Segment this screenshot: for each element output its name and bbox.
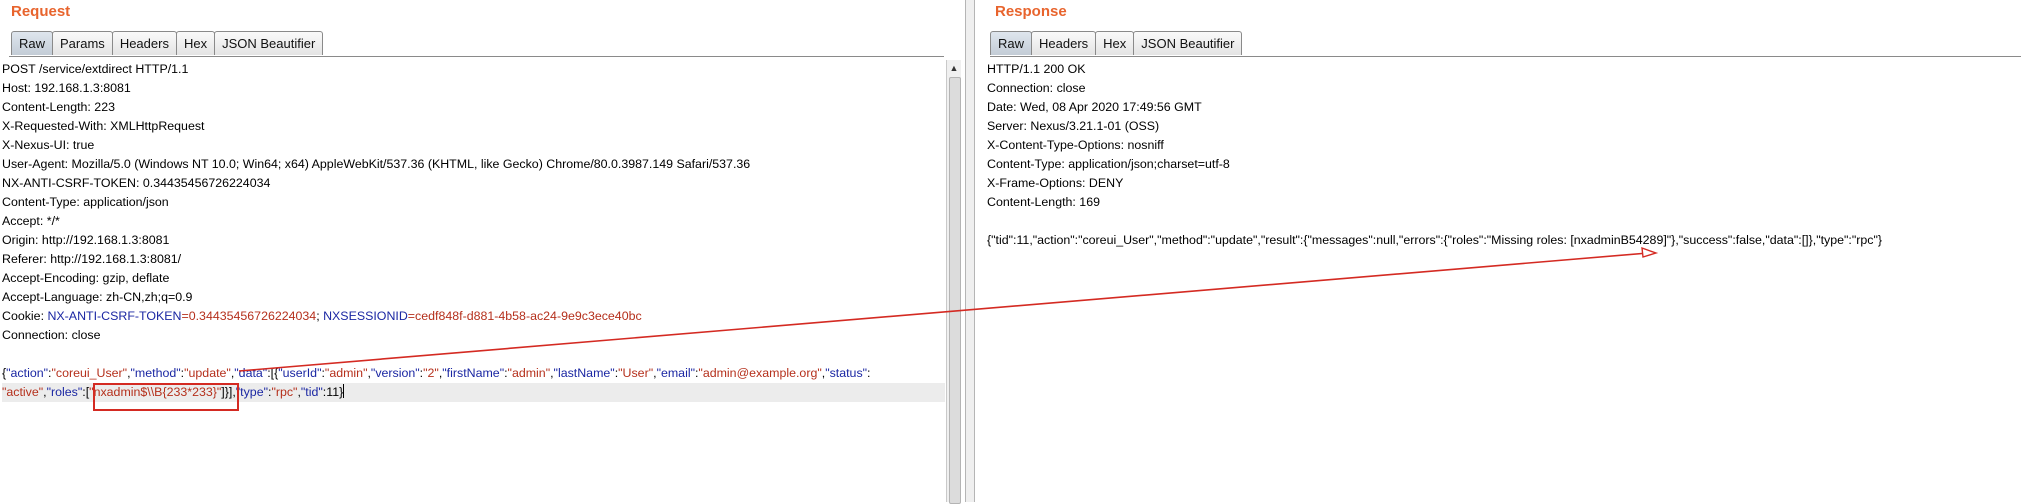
json-key: "action" <box>6 366 49 380</box>
json-key: "version" <box>370 366 420 380</box>
request-header-line: X-Requested-With: XMLHttpRequest <box>2 119 205 133</box>
cookie-key-session: NXSESSIONID <box>323 309 408 323</box>
scrollbar-thumb[interactable] <box>949 77 961 504</box>
request-header-line: Accept-Encoding: gzip, deflate <box>2 271 170 285</box>
json-value: "2" <box>423 366 439 380</box>
cookie-key-csrf: NX-ANTI-CSRF-TOKEN <box>47 309 182 323</box>
request-title: Request <box>11 3 71 20</box>
tab-raw[interactable]: Raw <box>990 31 1033 55</box>
request-header-line: X-Nexus-UI: true <box>2 138 95 152</box>
request-scrollbar[interactable]: ▲ <box>946 60 961 504</box>
json-punctuation: :11} <box>322 385 344 399</box>
response-raw-editor[interactable]: HTTP/1.1 200 OK Connection: close Date: We… <box>987 60 2017 502</box>
request-header-line: Content-Type: application/json <box>2 195 169 209</box>
json-key: "tid" <box>300 385 323 399</box>
json-key: "method" <box>130 366 181 380</box>
json-key: "firstName" <box>442 366 505 380</box>
response-header-line: Date: Wed, 08 Apr 2020 17:49:56 GMT <box>987 100 1202 114</box>
json-key: "data" <box>234 366 268 380</box>
tab-raw[interactable]: Raw <box>11 31 54 55</box>
json-key: "email" <box>656 366 695 380</box>
json-value: "rpc" <box>271 385 298 399</box>
request-header-line: NX-ANTI-CSRF-TOKEN: 0.34435456726224034 <box>2 176 271 190</box>
json-value: "update" <box>184 366 231 380</box>
response-header-line: X-Frame-Options: DENY <box>987 176 1124 190</box>
json-value: "admin" <box>507 366 551 380</box>
json-value: "coreui_User" <box>51 366 128 380</box>
json-value: "User" <box>618 366 654 380</box>
response-body-line: {"tid":11,"action":"coreui_User","method… <box>987 233 1883 247</box>
json-value: "active" <box>2 385 44 399</box>
request-pane: Request Raw Params Headers Hex JSON Beautifi… <box>0 0 965 504</box>
json-key: "userId" <box>278 366 322 380</box>
response-pane: Response Raw Headers Hex JSON Beautifier HT… <box>975 0 2021 502</box>
json-punctuation: : <box>867 366 871 380</box>
request-header-line: Origin: http://192.168.1.3:8081 <box>2 233 170 247</box>
tab-json-beautifier[interactable]: JSON Beautifier <box>214 31 324 55</box>
request-header-line: Content-Length: 223 <box>2 100 115 114</box>
response-tab-underline <box>990 56 2021 57</box>
response-header-line: Content-Type: application/json;charset=u… <box>987 157 1230 171</box>
tab-headers[interactable]: Headers <box>111 31 177 55</box>
response-header-line: Connection: close <box>987 81 1086 95</box>
request-header-line: Connection: close <box>2 328 101 342</box>
json-punctuation: ]}], <box>221 385 236 399</box>
request-raw-editor[interactable]: POST /service/extdirect HTTP/1.1 Host: 19… <box>2 60 945 502</box>
json-key: "lastName" <box>553 366 615 380</box>
cookie-value-session: =cedf848f-d881-4b58-ac24-9e9c3ece40bc <box>407 309 642 323</box>
response-header-line: X-Content-Type-Options: nosniff <box>987 138 1164 152</box>
cookie-prefix: Cookie: <box>2 309 48 323</box>
cookie-value-csrf: =0.34435456726224034 <box>181 309 317 323</box>
json-key: "roles" <box>46 385 83 399</box>
request-header-line: Referer: http://192.168.1.3:8081/ <box>2 252 182 266</box>
scroll-up-arrow-icon[interactable]: ▲ <box>947 60 961 76</box>
response-title: Response <box>995 3 1067 20</box>
tab-hex[interactable]: Hex <box>175 31 216 55</box>
request-header-line: Host: 192.168.1.3:8081 <box>2 81 131 95</box>
json-key: "type" <box>235 385 268 399</box>
json-value: "admin@example.org" <box>698 366 822 380</box>
request-body-line: {"action":"coreui_User","method":"update… <box>2 364 945 383</box>
json-key: "status" <box>825 366 868 380</box>
request-header-line: POST /service/extdirect HTTP/1.1 <box>2 62 189 76</box>
tab-hex[interactable]: Hex <box>1095 31 1135 55</box>
request-tab-bar: Raw Params Headers Hex JSON Beautifier <box>11 31 324 56</box>
response-tab-bar: Raw Headers Hex JSON Beautifier <box>990 31 1243 56</box>
json-punctuation: :[{ <box>267 366 279 380</box>
request-header-line-cookie: Cookie: NX-ANTI-CSRF-TOKEN=0.34435456726… <box>2 307 945 326</box>
json-value: "admin" <box>324 366 368 380</box>
pane-splitter[interactable] <box>965 0 975 502</box>
json-value: "nxadmin$\\B{233*233}" <box>89 385 222 399</box>
response-header-line: Content-Length: 169 <box>987 195 1100 209</box>
response-header-line: Server: Nexus/3.21.1-01 (OSS) <box>987 119 1160 133</box>
tab-json-beautifier[interactable]: JSON Beautifier <box>1133 31 1243 55</box>
text-cursor <box>343 384 345 398</box>
request-tab-underline <box>9 56 944 57</box>
request-header-line: Accept-Language: zh-CN,zh;q=0.9 <box>2 290 193 304</box>
response-header-line: HTTP/1.1 200 OK <box>987 62 1086 76</box>
tab-headers[interactable]: Headers <box>1031 31 1097 55</box>
request-body-line: "active","roles":["nxadmin$\\B{233*233}"… <box>2 383 945 402</box>
tab-params[interactable]: Params <box>52 31 113 55</box>
request-header-line: Accept: */* <box>2 214 60 228</box>
request-header-line: User-Agent: Mozilla/5.0 (Windows NT 10.0… <box>2 157 751 171</box>
